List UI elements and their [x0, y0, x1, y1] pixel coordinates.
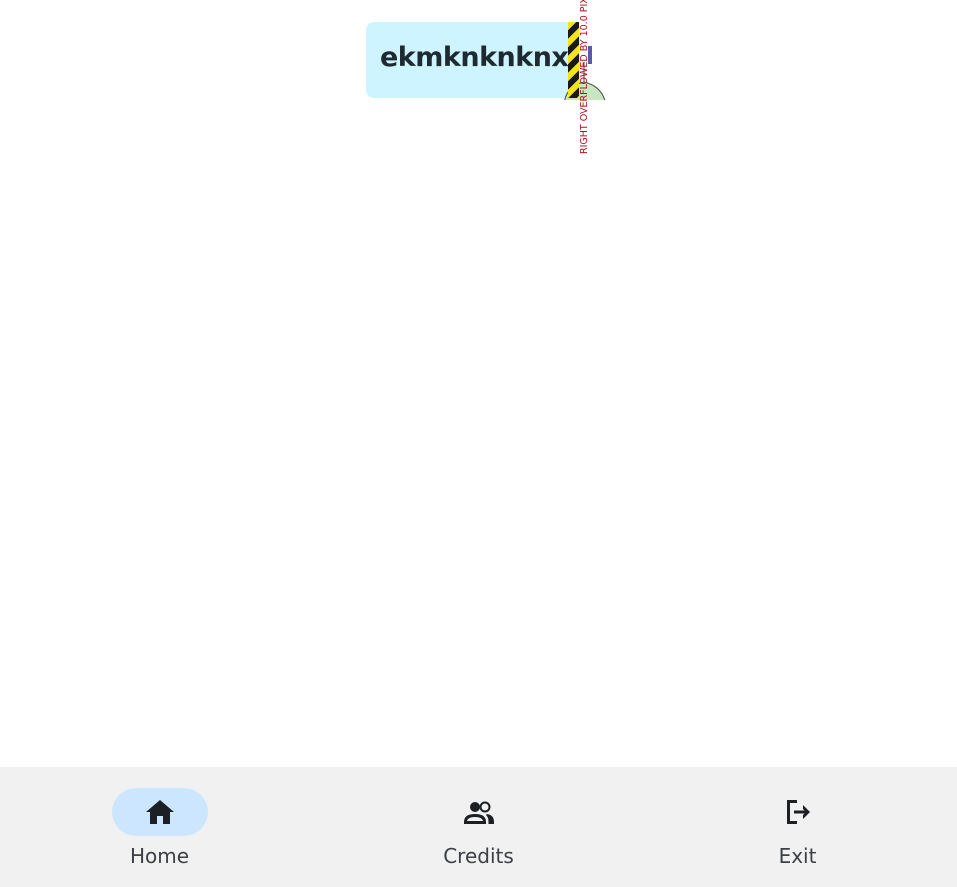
- overflow-warning-text: RIGHT OVERFLOWED BY 10.0 PIXELS: [579, 0, 590, 154]
- bottom-navigation-bar: Home Credits Exit: [0, 767, 957, 887]
- nav-item-credits[interactable]: Credits: [319, 767, 638, 887]
- home-icon: [145, 800, 174, 824]
- nav-label-credits: Credits: [443, 844, 514, 868]
- nav-label-exit: Exit: [778, 844, 817, 868]
- app-screen: ekmknknknx RIGHT OVERFLOWED BY 10.0 PIXE…: [0, 0, 957, 887]
- nav-item-exit[interactable]: Exit: [638, 767, 957, 887]
- name-chip[interactable]: ekmknknknx: [366, 22, 606, 100]
- logout-icon: [786, 800, 810, 824]
- overflow-warning-stripe: [568, 22, 579, 98]
- group-icon: [463, 801, 494, 824]
- overflow-warning: RIGHT OVERFLOWED BY 10.0 PIXELS: [579, 0, 591, 154]
- nav-item-home[interactable]: Home: [0, 767, 319, 887]
- nav-label-home: Home: [129, 844, 190, 868]
- chip-label: ekmknknknx: [380, 42, 569, 73]
